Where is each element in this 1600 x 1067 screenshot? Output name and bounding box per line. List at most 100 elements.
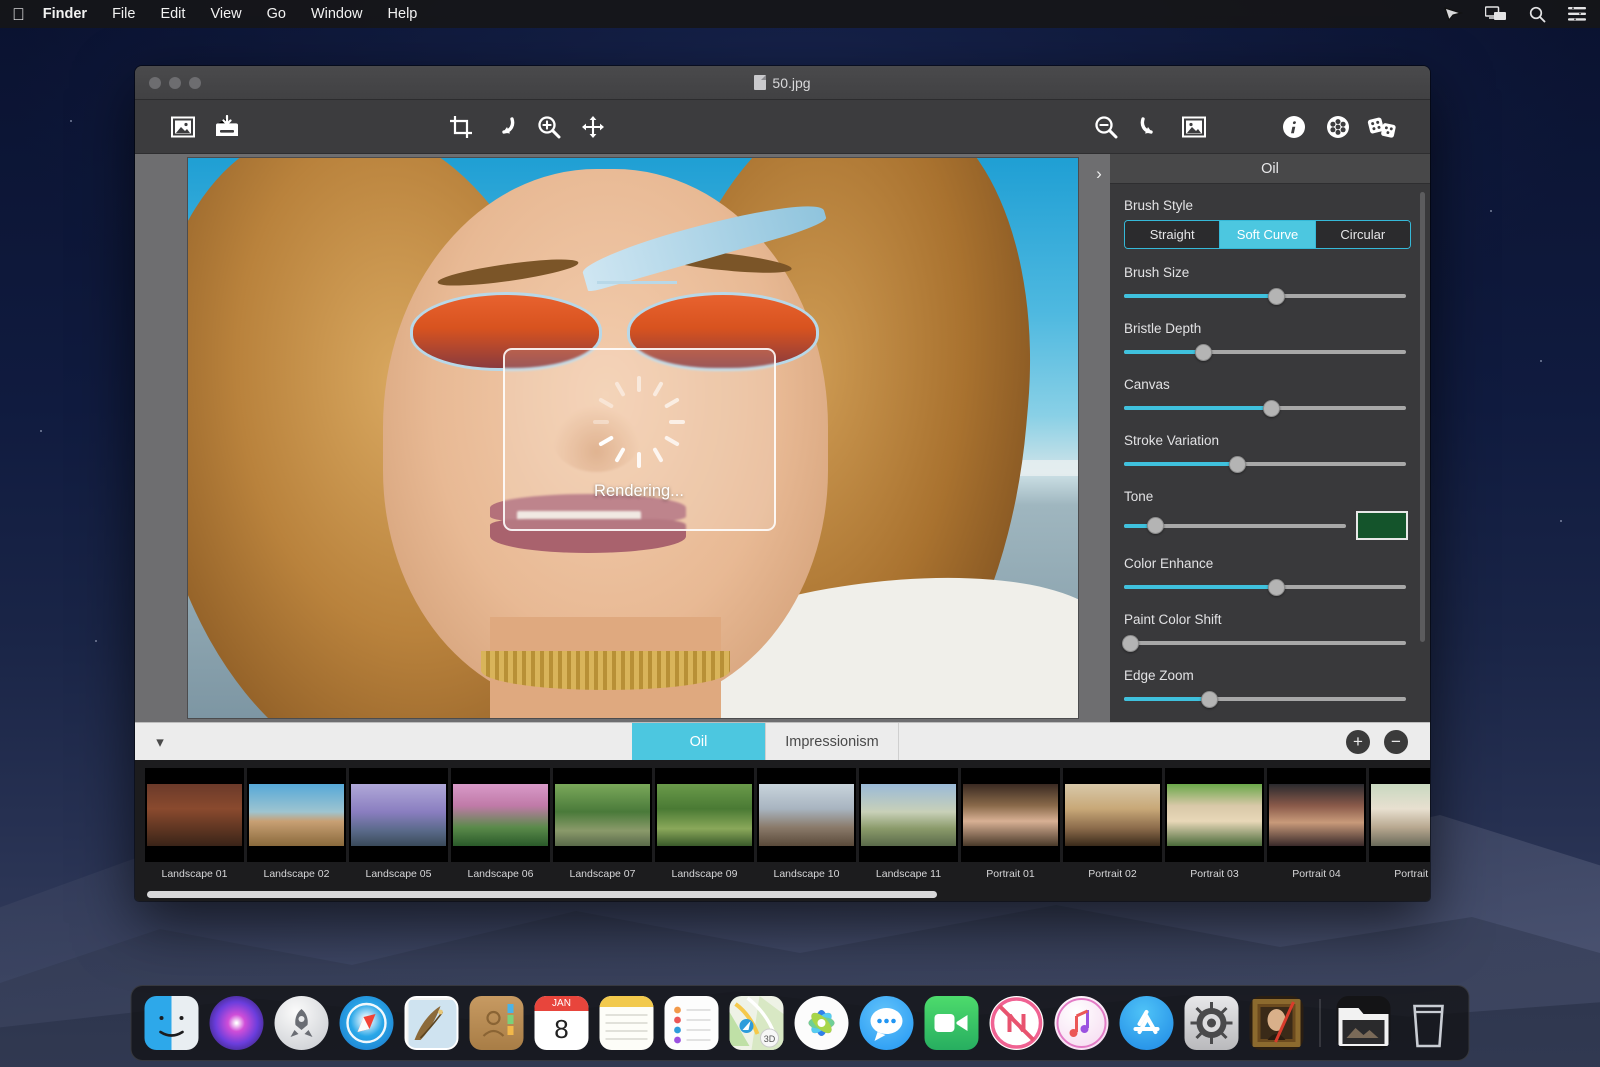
menu-item-help[interactable]: Help xyxy=(388,6,418,22)
brush-style-option-soft-curve[interactable]: Soft Curve xyxy=(1220,221,1315,248)
canvas-area[interactable]: Rendering... › xyxy=(135,154,1110,722)
thumbnail-image[interactable] xyxy=(247,768,346,862)
menu-item-finder[interactable]: Finder xyxy=(43,6,87,22)
redo-icon[interactable] xyxy=(1128,107,1172,147)
menu-item-file[interactable]: File xyxy=(112,6,135,22)
dock-item-notes[interactable] xyxy=(600,996,654,1050)
dock-item-trash[interactable] xyxy=(1402,996,1456,1050)
slider-knob[interactable] xyxy=(1268,288,1285,305)
dock-item-reminders[interactable] xyxy=(665,996,719,1050)
thumbnail-image[interactable] xyxy=(1267,768,1366,862)
thumbnail-image[interactable] xyxy=(961,768,1060,862)
thumbnail-image[interactable] xyxy=(1063,768,1162,862)
traffic-lights[interactable] xyxy=(135,77,201,89)
slider-stroke-variation[interactable] xyxy=(1124,455,1406,473)
thumbnail-image[interactable] xyxy=(1369,768,1430,862)
thumbnail-image[interactable] xyxy=(349,768,448,862)
apple-logo-icon[interactable]:  xyxy=(12,6,25,23)
thumbnail-item[interactable]: Portrait 05 xyxy=(1369,768,1430,880)
remove-preset-button[interactable]: − xyxy=(1384,730,1408,754)
presets-icon[interactable] xyxy=(1316,107,1360,147)
menu-item-view[interactable]: View xyxy=(210,6,241,22)
slider-knob[interactable] xyxy=(1268,579,1285,596)
thumbnail-item[interactable]: Landscape 07 xyxy=(553,768,652,880)
thumbnail-image[interactable] xyxy=(1165,768,1264,862)
slider-knob[interactable] xyxy=(1263,400,1280,417)
zoom-button[interactable] xyxy=(189,77,201,89)
dock-item-facetime[interactable] xyxy=(925,996,979,1050)
brush-style-segmented-control[interactable]: Straight Soft Curve Circular xyxy=(1124,220,1411,249)
slider-knob[interactable] xyxy=(1229,456,1246,473)
slider-knob[interactable] xyxy=(1147,517,1164,534)
zoom-out-icon[interactable] xyxy=(1084,107,1128,147)
slider-bristle-depth[interactable] xyxy=(1124,343,1406,361)
slider-tone[interactable] xyxy=(1124,517,1346,535)
tab-oil[interactable]: Oil xyxy=(632,723,765,760)
dock-item-news[interactable] xyxy=(990,996,1044,1050)
close-button[interactable] xyxy=(149,77,161,89)
thumbnail-item[interactable]: Portrait 01 xyxy=(961,768,1060,880)
dock-item-contacts[interactable] xyxy=(470,996,524,1050)
dock-item-app-store[interactable] xyxy=(1120,996,1174,1050)
dock-item-system-preferences[interactable] xyxy=(1185,996,1239,1050)
thumbnail-image[interactable] xyxy=(859,768,958,862)
thumbnail-item[interactable]: Landscape 06 xyxy=(451,768,550,880)
thumbnail-image[interactable] xyxy=(757,768,856,862)
panel-scrollbar[interactable] xyxy=(1420,192,1425,642)
thumbnail-item[interactable]: Portrait 03 xyxy=(1165,768,1264,880)
dock-item-siri[interactable] xyxy=(210,996,264,1050)
window-title-bar[interactable]: 50.jpg xyxy=(135,66,1430,100)
thumbnail-item[interactable]: Landscape 11 xyxy=(859,768,958,880)
thumbnail-item[interactable]: Portrait 02 xyxy=(1063,768,1162,880)
dock-item-mail[interactable] xyxy=(405,996,459,1050)
randomize-dice-icon[interactable] xyxy=(1360,107,1404,147)
info-icon[interactable] xyxy=(1272,107,1316,147)
brush-style-option-straight[interactable]: Straight xyxy=(1125,221,1220,248)
slider-knob[interactable] xyxy=(1195,344,1212,361)
dock-item-safari[interactable] xyxy=(340,996,394,1050)
zoom-in-icon[interactable] xyxy=(527,107,571,147)
thumbnail-image[interactable] xyxy=(145,768,244,862)
slider-color-enhance[interactable] xyxy=(1124,578,1406,596)
dock-item-messages[interactable] xyxy=(860,996,914,1050)
thumbnail-strip[interactable]: Landscape 01Landscape 02Landscape 05Land… xyxy=(135,760,1430,901)
slider-brush-size[interactable] xyxy=(1124,287,1406,305)
thumbnail-item[interactable]: Landscape 02 xyxy=(247,768,346,880)
dock-item-photos[interactable] xyxy=(795,996,849,1050)
menu-item-edit[interactable]: Edit xyxy=(160,6,185,22)
undo-icon[interactable] xyxy=(483,107,527,147)
slider-knob[interactable] xyxy=(1201,691,1218,708)
dock-item-itunes[interactable] xyxy=(1055,996,1109,1050)
cursor-pointer-icon[interactable] xyxy=(1443,6,1463,22)
thumbnail-image[interactable] xyxy=(655,768,754,862)
menu-item-window[interactable]: Window xyxy=(311,6,363,22)
collapse-strip-button[interactable]: ▾ xyxy=(135,723,185,760)
dock-item-calendar[interactable]: JAN 8 xyxy=(535,996,589,1050)
brush-style-option-circular[interactable]: Circular xyxy=(1316,221,1410,248)
thumbnail-item[interactable]: Landscape 09 xyxy=(655,768,754,880)
move-icon[interactable] xyxy=(571,107,615,147)
slider-knob[interactable] xyxy=(1122,635,1139,652)
search-icon[interactable] xyxy=(1529,6,1546,23)
control-center-icon[interactable] xyxy=(1568,7,1586,21)
dock-item-launchpad[interactable] xyxy=(275,996,329,1050)
thumbnail-strip-scrollbar[interactable] xyxy=(147,891,937,898)
slider-paint-color-shift[interactable] xyxy=(1124,634,1406,652)
slider-edge-zoom[interactable] xyxy=(1124,690,1406,708)
dock-item-finder[interactable] xyxy=(145,996,199,1050)
dock-item-maps[interactable]: 3D xyxy=(730,996,784,1050)
thumbnail-image[interactable] xyxy=(451,768,550,862)
thumbnail-item[interactable]: Portrait 04 xyxy=(1267,768,1366,880)
dock-item-painter-app[interactable] xyxy=(1250,996,1304,1050)
add-preset-button[interactable]: + xyxy=(1346,730,1370,754)
crop-icon[interactable] xyxy=(439,107,483,147)
menu-item-go[interactable]: Go xyxy=(267,6,286,22)
thumbnail-item[interactable]: Landscape 01 xyxy=(145,768,244,880)
dock-item-downloads-folder[interactable] xyxy=(1337,996,1391,1050)
thumbnail-item[interactable]: Landscape 05 xyxy=(349,768,448,880)
save-image-icon[interactable] xyxy=(205,107,249,147)
tab-impressionism[interactable]: Impressionism xyxy=(765,723,898,760)
photo-canvas[interactable]: Rendering... xyxy=(188,158,1078,718)
panel-toggle-button[interactable]: › xyxy=(1088,154,1110,722)
fit-image-icon[interactable] xyxy=(1172,107,1216,147)
